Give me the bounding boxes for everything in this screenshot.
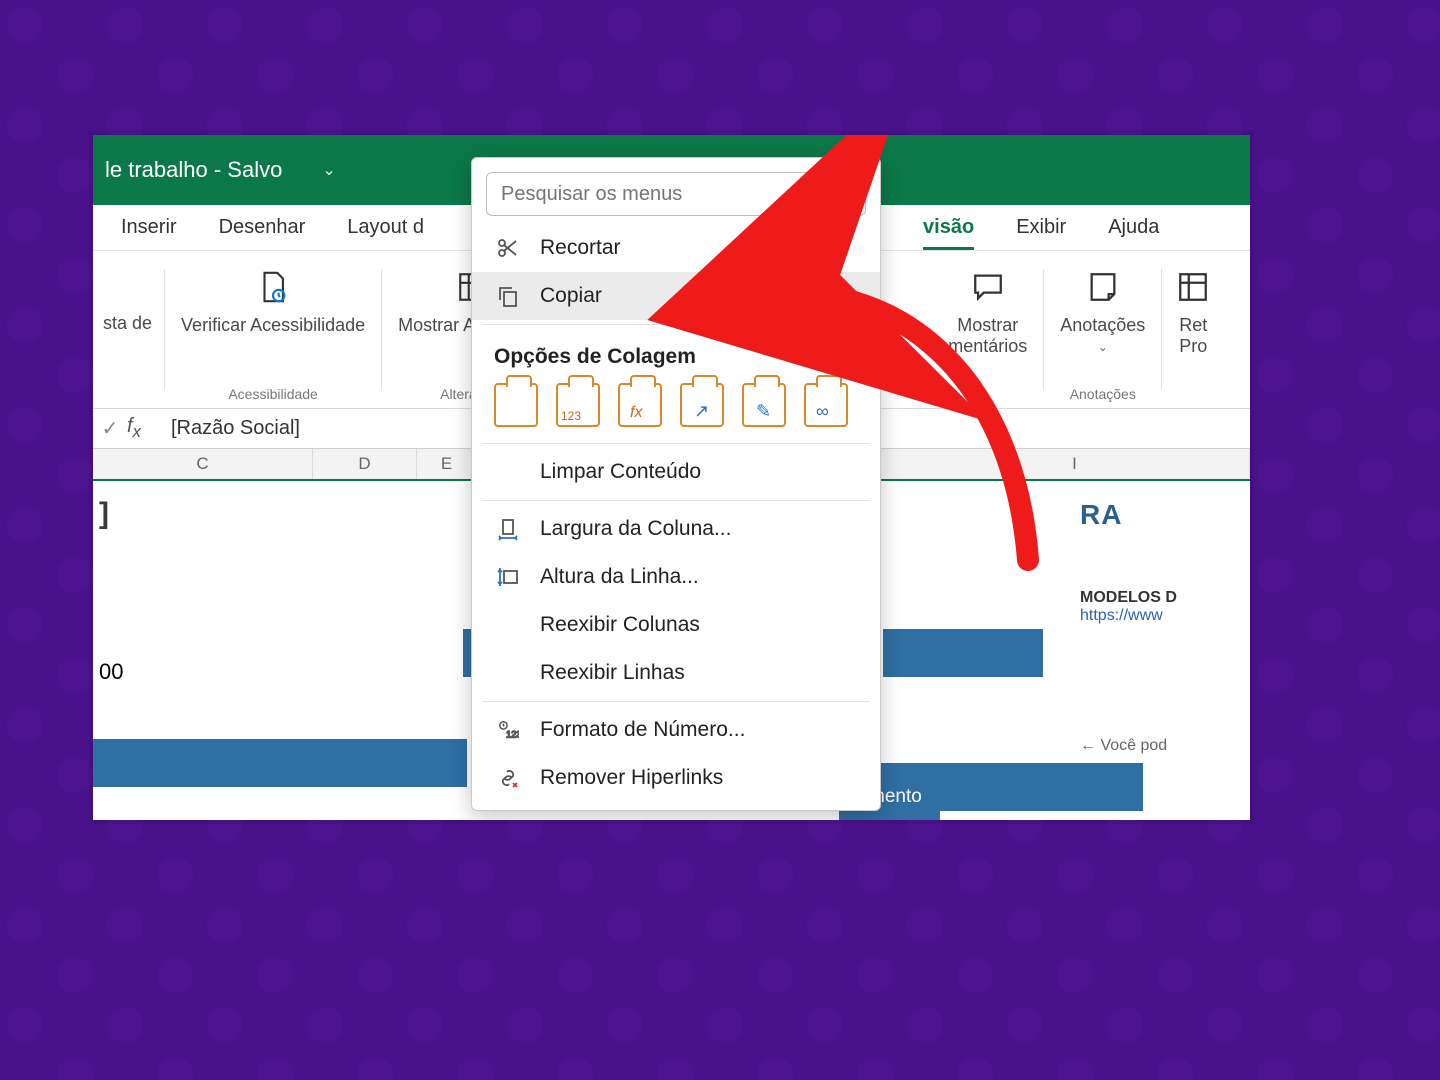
menu-item-column-width[interactable]: Largura da Coluna... bbox=[472, 505, 880, 553]
ribbon-divider bbox=[381, 269, 382, 389]
column-header-c[interactable]: C bbox=[93, 449, 313, 479]
menu-item-unhide-columns-label: Reexibir Colunas bbox=[540, 613, 700, 637]
cell-selected-value[interactable]: ] bbox=[99, 497, 109, 531]
menu-item-remove-hyperlinks[interactable]: Remover Hiperlinks bbox=[472, 754, 880, 802]
menu-item-row-height[interactable]: Altura da Linha... bbox=[472, 553, 880, 601]
remove-link-icon bbox=[494, 764, 522, 792]
menu-item-clear-contents[interactable]: Limpar Conteúdo bbox=[472, 448, 880, 496]
menu-item-row-height-label: Altura da Linha... bbox=[540, 565, 699, 589]
document-title: le trabalho - Salvo bbox=[105, 157, 282, 183]
ribbon-label-fragment: sta de bbox=[103, 313, 152, 334]
tab-revisao[interactable]: visão bbox=[923, 206, 974, 249]
menu-item-unhide-rows[interactable]: Reexibir Linhas bbox=[472, 649, 880, 697]
menu-item-number-format[interactable]: 123 Formato de Número... bbox=[472, 706, 880, 754]
ribbon-divider bbox=[164, 269, 165, 389]
blank-icon bbox=[494, 458, 522, 486]
column-width-icon bbox=[494, 515, 522, 543]
menu-separator bbox=[482, 324, 870, 325]
notes-button[interactable]: Anotações ⌄ Anotações bbox=[1050, 265, 1155, 408]
right-info-block: RA MODELOS D https://www ← Você pod bbox=[1080, 499, 1250, 755]
number-format-icon: 123 bbox=[494, 716, 522, 744]
data-bar-2 bbox=[93, 739, 467, 787]
template-link-fragment[interactable]: https://www bbox=[1080, 607, 1250, 625]
paste-options-row bbox=[472, 375, 880, 439]
accessibility-group-label: Acessibilidade bbox=[228, 386, 318, 408]
tab-inserir[interactable]: Inserir bbox=[121, 206, 177, 249]
formula-value[interactable]: [Razão Social] bbox=[167, 417, 300, 440]
show-comments-label-line2: mentários bbox=[948, 336, 1027, 357]
menu-item-unhide-rows-label: Reexibir Linhas bbox=[540, 661, 685, 685]
notes-icon bbox=[1084, 265, 1122, 309]
menu-item-clear-label: Limpar Conteúdo bbox=[540, 460, 701, 484]
column-header-e[interactable]: E bbox=[417, 449, 477, 479]
row-height-icon bbox=[494, 563, 522, 591]
notes-group-label: Anotações bbox=[1070, 386, 1136, 408]
formula-confirm-icon[interactable]: ✓ bbox=[93, 416, 127, 441]
menu-item-unhide-columns[interactable]: Reexibir Colunas bbox=[472, 601, 880, 649]
group-fragment-left: sta de bbox=[97, 265, 158, 408]
scissors-icon bbox=[494, 234, 522, 262]
ribbon-divider bbox=[1043, 269, 1044, 389]
ribbon-label-fragment-ret: Ret bbox=[1179, 315, 1207, 336]
menu-item-number-format-label: Formato de Número... bbox=[540, 718, 745, 742]
protect-fragment-icon bbox=[1174, 265, 1212, 309]
paste-formulas-icon[interactable] bbox=[618, 383, 662, 427]
title-dropdown-chevron-icon[interactable]: ⌄ bbox=[322, 160, 335, 180]
show-comments-button[interactable]: Mostrar mentários bbox=[938, 265, 1037, 408]
fx-icon[interactable]: fx bbox=[127, 415, 167, 442]
tab-desenhar[interactable]: Desenhar bbox=[219, 206, 306, 249]
tab-layout[interactable]: Layout d bbox=[347, 206, 424, 249]
menu-separator bbox=[482, 500, 870, 501]
verify-accessibility-label: Verificar Acessibilidade bbox=[181, 315, 365, 336]
notes-label: Anotações bbox=[1060, 315, 1145, 336]
blank-icon bbox=[494, 659, 522, 687]
paste-values-icon[interactable] bbox=[556, 383, 600, 427]
excel-screenshot: le trabalho - Salvo ⌄ Inserir Desenhar L… bbox=[93, 135, 1250, 820]
context-menu: Recortar Copiar Opções de Colagem Limpar… bbox=[471, 157, 881, 811]
svg-text:123: 123 bbox=[506, 729, 519, 739]
paste-formatting-icon[interactable] bbox=[742, 383, 786, 427]
menu-item-cut-label: Recortar bbox=[540, 236, 621, 260]
notes-dropdown-chevron-icon[interactable]: ⌄ bbox=[1098, 340, 1108, 354]
copy-icon bbox=[494, 282, 522, 310]
blank-icon bbox=[494, 611, 522, 639]
modelos-label: MODELOS D bbox=[1080, 589, 1250, 607]
menu-search-input[interactable] bbox=[486, 172, 866, 216]
menu-item-copy-label: Copiar bbox=[540, 284, 602, 308]
data-bar-3 bbox=[883, 629, 1043, 677]
ribbon-label-fragment-pro: Pro bbox=[1179, 336, 1207, 357]
ribbon-divider bbox=[1161, 269, 1162, 389]
column-header-d[interactable]: D bbox=[313, 449, 417, 479]
menu-item-column-width-label: Largura da Coluna... bbox=[540, 517, 731, 541]
menu-separator bbox=[482, 443, 870, 444]
column-header-i[interactable]: I bbox=[900, 449, 1250, 479]
menu-item-remove-hyperlinks-label: Remover Hiperlinks bbox=[540, 766, 723, 790]
comments-icon bbox=[969, 265, 1007, 309]
tab-exibir[interactable]: Exibir bbox=[1016, 206, 1066, 249]
paste-icon[interactable] bbox=[494, 383, 538, 427]
accessibility-check-icon bbox=[254, 265, 292, 309]
menu-item-copy[interactable]: Copiar bbox=[472, 272, 880, 320]
paste-source-format-icon[interactable] bbox=[680, 383, 724, 427]
tab-ajuda[interactable]: Ajuda bbox=[1108, 206, 1159, 249]
group-fragment-right: Ret Pro bbox=[1168, 265, 1218, 408]
paste-options-header: Opções de Colagem bbox=[472, 329, 880, 375]
cell-value-00[interactable]: 00 bbox=[99, 659, 123, 685]
paste-link-icon[interactable] bbox=[804, 383, 848, 427]
menu-item-cut[interactable]: Recortar bbox=[472, 224, 880, 272]
verify-accessibility-button[interactable]: Verificar Acessibilidade Acessibilidade bbox=[171, 265, 375, 408]
hint-text-fragment: ← Você pod bbox=[1080, 737, 1250, 755]
template-logo-fragment: RA bbox=[1080, 499, 1250, 531]
menu-separator bbox=[482, 701, 870, 702]
show-comments-label-line1: Mostrar bbox=[957, 315, 1018, 336]
